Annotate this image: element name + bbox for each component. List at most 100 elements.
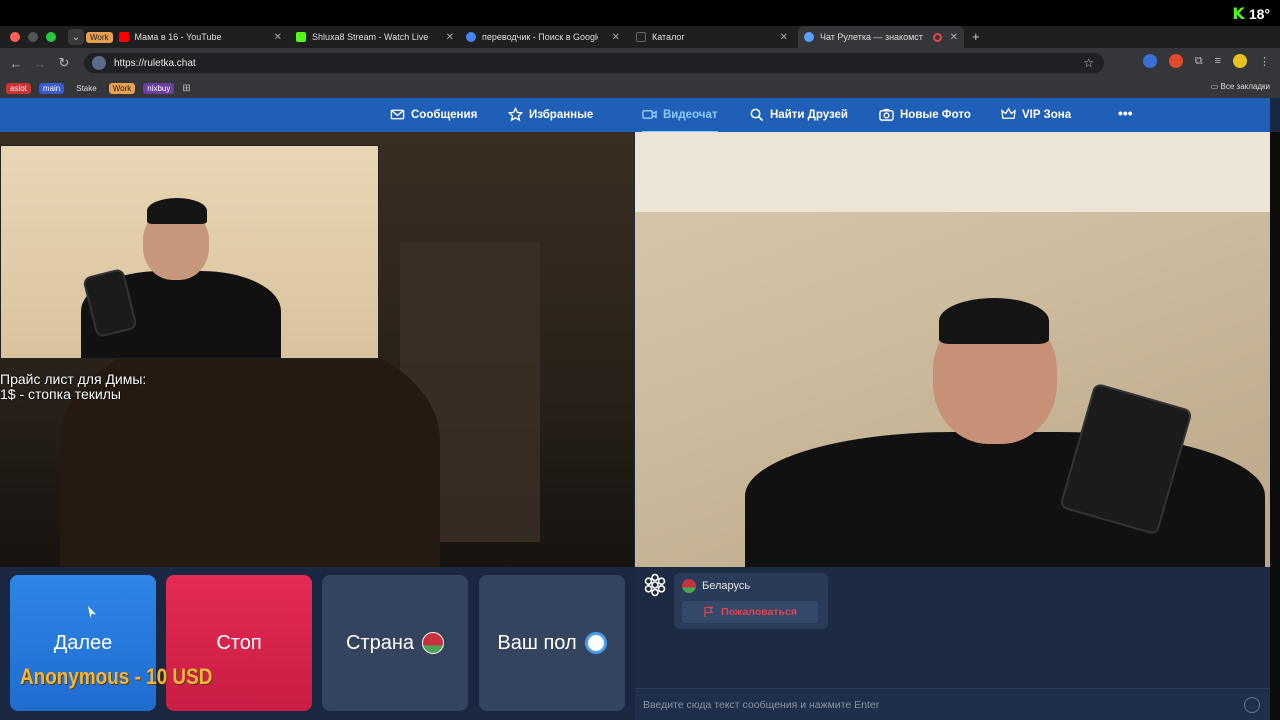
tab-title: Shluxa8 Stream - Watch Live <box>312 32 429 42</box>
url-field[interactable]: https://ruletka.chat ☆ <box>84 53 1104 73</box>
chat-message-input[interactable]: Введите сюда текст сообщения и нажмите E… <box>635 688 1270 720</box>
star-icon <box>508 107 523 122</box>
all-bookmarks[interactable]: ▭ Все закладки <box>1211 82 1270 91</box>
stranger-video <box>635 132 1270 567</box>
partner-silhouette <box>60 332 440 567</box>
recording-icon <box>933 32 942 42</box>
search-icon <box>750 108 764 122</box>
close-tab-icon[interactable]: ✕ <box>446 32 454 43</box>
stop-button[interactable]: Стоп <box>166 575 312 711</box>
tab-title: Каталог <box>652 32 685 42</box>
ruletka-icon <box>804 32 814 42</box>
browser-tab[interactable]: Каталог ✕ <box>636 26 788 48</box>
menu-icon[interactable]: ⋮ <box>1259 55 1270 68</box>
gender-icon <box>584 632 607 654</box>
country-button-label: Страна <box>345 631 415 654</box>
google-icon <box>466 32 476 42</box>
stream-price-list: Прайс лист для Димы: 1$ - стопка текилы <box>0 372 146 402</box>
bookmark-star-icon[interactable]: ☆ <box>1083 56 1094 70</box>
gender-button[interactable]: Ваш пол <box>479 575 625 711</box>
chat-panel: Беларусь Пожаловаться Введите сюда текст… <box>635 567 1270 720</box>
minimize-window-button[interactable] <box>28 32 38 42</box>
nav-videochat[interactable]: Видеочат <box>642 107 718 133</box>
envelope-icon <box>390 109 405 120</box>
close-tab-icon[interactable]: ✕ <box>274 32 282 43</box>
gender-button-label: Ваш пол <box>497 631 577 654</box>
nav-label: Избранные <box>529 108 594 121</box>
new-tab-icon[interactable]: + <box>972 29 980 44</box>
chat-input-placeholder: Введите сюда текст сообщения и нажмите E… <box>643 698 880 711</box>
browser-tab[interactable]: Shluxa8 Stream - Watch Live ✕ <box>296 26 454 48</box>
nav-label: Найти Друзей <box>770 108 849 121</box>
donation-alert: Anonymous - 10 USD <box>20 664 213 689</box>
partner-country-label: Беларусь <box>702 580 751 592</box>
close-tab-icon[interactable]: ✕ <box>780 32 788 43</box>
bookmark-item[interactable]: main <box>38 82 65 94</box>
profile-avatar[interactable] <box>1233 54 1247 68</box>
forward-icon[interactable]: → <box>28 56 52 71</box>
next-button[interactable]: Далее <box>10 575 156 711</box>
next-button-label: Далее <box>53 631 113 654</box>
tab-search-button[interactable]: ⌄ <box>68 29 84 45</box>
ruletka-page: Сообщения Избранные Видеочат Найти Друзе… <box>0 98 1280 720</box>
close-window-button[interactable] <box>10 32 20 42</box>
extension-icon[interactable] <box>1168 54 1183 68</box>
tab-title: Мама в 16 - YouTube <box>134 32 222 42</box>
belarus-flag-icon <box>682 579 696 593</box>
price-list-title: Прайс лист для Димы: <box>0 371 147 387</box>
report-button-label: Пожаловаться <box>721 606 797 618</box>
close-tab-icon[interactable]: ✕ <box>950 32 958 43</box>
bookmark-item[interactable]: nixbuy <box>143 82 175 94</box>
stranger-cap <box>939 298 1049 344</box>
reload-icon[interactable]: ↻ <box>52 55 76 71</box>
partner-info-card: Беларусь Пожаловаться <box>674 573 828 629</box>
country-button[interactable]: Страна <box>322 575 468 711</box>
maximize-window-button[interactable] <box>46 32 56 42</box>
stream-top-strip: K 18° <box>0 0 1280 26</box>
kick-icon <box>296 32 306 42</box>
apps-grid-icon[interactable]: ⊞ <box>182 83 190 94</box>
nav-label: Видеочат <box>663 108 718 121</box>
url-text: https://ruletka.chat <box>114 57 196 69</box>
partner-video: Прайс лист для Димы: 1$ - стопка текилы <box>0 132 634 567</box>
puzzle-icon[interactable]: ⧉ <box>1195 55 1203 68</box>
video-ceiling <box>635 132 1270 212</box>
window-controls <box>0 32 56 42</box>
browser-tab-active[interactable]: Чат Рулетка — знакомст ✕ <box>798 26 964 48</box>
emoji-icon[interactable] <box>1244 697 1260 713</box>
nav-messages[interactable]: Сообщения <box>390 107 477 122</box>
nav-favorites[interactable]: Избранные <box>508 107 593 122</box>
browser-tab[interactable]: переводчик - Поиск в Google ✕ <box>466 26 620 48</box>
bookmark-item[interactable]: Work <box>108 82 136 94</box>
bookmarks-bar: aslot main Stake Work nixbuy ⊞ ▭ Все зак… <box>0 78 1280 98</box>
camera-icon <box>642 110 657 119</box>
stranger-body <box>745 432 1265 567</box>
self-cap <box>147 198 207 224</box>
media-icon[interactable]: ≡ <box>1215 55 1221 67</box>
kick-overlay: K 18° <box>1232 4 1270 23</box>
nav-new-photos[interactable]: Новые Фото <box>879 107 971 122</box>
site-nav-bar: Сообщения Избранные Видеочат Найти Друзе… <box>0 98 1270 133</box>
belarus-flag-icon <box>422 632 445 654</box>
back-icon[interactable]: ← <box>4 56 28 71</box>
all-bookmarks-label: Все закладки <box>1220 82 1270 91</box>
more-icon[interactable]: ••• <box>1118 105 1133 121</box>
nav-label: VIP Зона <box>1022 108 1072 121</box>
tab-title: переводчик - Поиск в Google <box>482 32 598 42</box>
price-list-item: 1$ - стопка текилы <box>0 386 121 402</box>
nav-find-friends[interactable]: Найти Друзей <box>749 107 848 122</box>
browser-tab[interactable]: Work Мама в 16 - YouTube ✕ <box>86 26 282 48</box>
youtube-icon <box>118 32 129 42</box>
bookmark-item[interactable]: Stake <box>72 83 100 94</box>
toolbar-extensions: ⧉ ≡ ⋮ <box>1142 54 1270 68</box>
close-tab-icon[interactable]: ✕ <box>612 32 620 43</box>
report-button[interactable]: Пожаловаться <box>682 601 818 623</box>
crown-icon <box>1001 107 1016 119</box>
partner-country: Беларусь <box>682 579 750 593</box>
nav-vip-zone[interactable]: VIP Зона <box>1001 107 1071 122</box>
extension-icon[interactable] <box>1142 54 1157 68</box>
site-info-icon[interactable] <box>92 56 106 70</box>
bookmark-item[interactable]: aslot <box>6 82 31 94</box>
self-preview-video <box>0 145 379 359</box>
tab-group-badge: Work <box>86 31 113 43</box>
